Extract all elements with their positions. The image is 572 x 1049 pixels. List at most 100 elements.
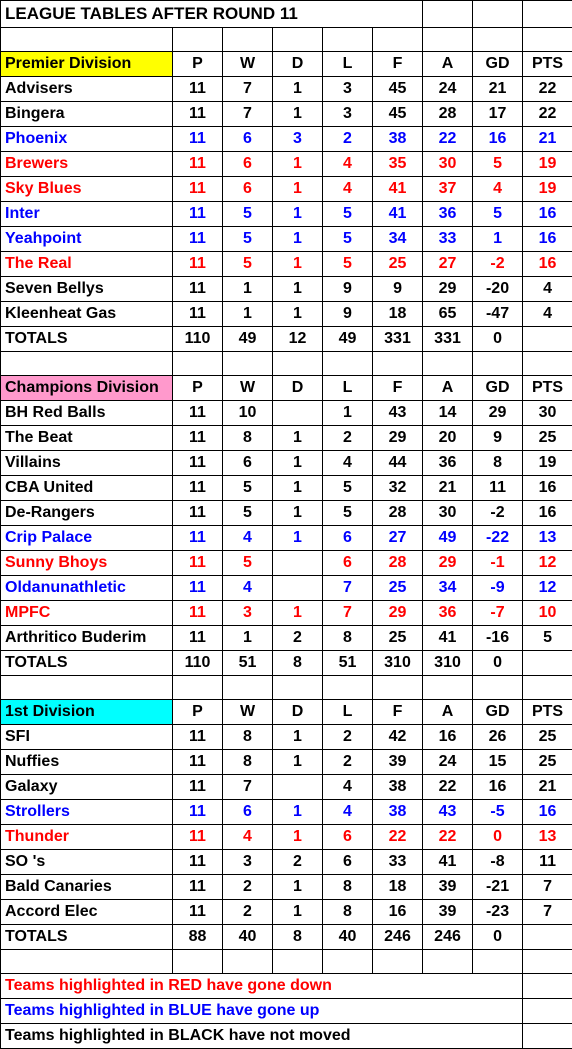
table-row: De-Rangers115152830-216 [1, 501, 572, 526]
table-row: MPFC113172936-710 [1, 601, 572, 626]
table-row: Phoenix1163238221621 [1, 127, 572, 152]
stat-cell: 11 [523, 850, 572, 875]
stat-cell: 19 [523, 152, 572, 177]
stat-cell: 4 [323, 177, 373, 202]
stat-cell: 11 [173, 601, 223, 626]
team-name: Bald Canaries [1, 875, 173, 900]
division-header: Premier Division [1, 52, 173, 77]
stat-cell: 11 [173, 426, 223, 451]
stat-cell: 11 [473, 476, 523, 501]
stat-cell: 11 [173, 102, 223, 127]
stat-cell: 16 [523, 227, 572, 252]
stat-cell: 34 [373, 227, 423, 252]
column-header: D [273, 376, 323, 401]
stat-cell: 11 [173, 725, 223, 750]
stat-cell: 11 [173, 227, 223, 252]
totals-cell: 310 [373, 651, 423, 676]
column-header: GD [473, 700, 523, 725]
totals-cell: 110 [173, 651, 223, 676]
stat-cell: 2 [323, 750, 373, 775]
table-row: Villains116144436819 [1, 451, 572, 476]
stat-cell: 45 [373, 102, 423, 127]
team-name: Strollers [1, 800, 173, 825]
stat-cell: 11 [173, 202, 223, 227]
stat-cell: 1 [273, 875, 323, 900]
stat-cell: 1 [273, 900, 323, 925]
table-row: Thunder114162222013 [1, 825, 572, 850]
stat-cell: 8 [323, 875, 373, 900]
table-row: Arthritico Buderim111282541-165 [1, 626, 572, 651]
table-row: Yeahpoint115153433116 [1, 227, 572, 252]
stat-cell: 39 [423, 900, 473, 925]
stat-cell: 2 [273, 850, 323, 875]
stat-cell: 11 [173, 127, 223, 152]
totals-cell: 88 [173, 925, 223, 950]
stat-cell: 4 [323, 775, 373, 800]
stat-cell: 24 [423, 77, 473, 102]
team-name: Kleenheat Gas [1, 302, 173, 327]
column-header: F [373, 376, 423, 401]
stat-cell: 11 [173, 875, 223, 900]
stat-cell: 34 [423, 576, 473, 601]
team-name: Seven Bellys [1, 277, 173, 302]
stat-cell: 13 [523, 526, 572, 551]
stat-cell: 42 [373, 725, 423, 750]
stat-cell: 11 [173, 576, 223, 601]
stat-cell: 3 [273, 127, 323, 152]
stat-cell: 1 [273, 426, 323, 451]
stat-cell: 10 [523, 601, 572, 626]
stat-cell: 36 [423, 202, 473, 227]
stat-cell: 4 [523, 302, 572, 327]
stat-cell: 6 [323, 825, 373, 850]
stat-cell: 9 [473, 426, 523, 451]
team-name: Bingera [1, 102, 173, 127]
stat-cell: -20 [473, 277, 523, 302]
stat-cell: 19 [523, 451, 572, 476]
stat-cell: 5 [223, 227, 273, 252]
table-row: SO 's113263341-811 [1, 850, 572, 875]
stat-cell: 16 [473, 127, 523, 152]
stat-cell: 41 [373, 202, 423, 227]
stat-cell: 16 [523, 476, 572, 501]
stat-cell: 11 [173, 501, 223, 526]
stat-cell: -22 [473, 526, 523, 551]
stat-cell: 30 [523, 401, 572, 426]
column-header: D [273, 52, 323, 77]
totals-cell: 331 [373, 327, 423, 352]
stat-cell: 5 [223, 501, 273, 526]
stat-cell: 38 [373, 800, 423, 825]
stat-cell: 1 [273, 277, 323, 302]
stat-cell: 1 [273, 725, 323, 750]
stat-cell: 26 [473, 725, 523, 750]
stat-cell [273, 551, 323, 576]
stat-cell: 35 [373, 152, 423, 177]
column-header: F [373, 700, 423, 725]
stat-cell: 38 [373, 127, 423, 152]
stat-cell: 10 [223, 401, 273, 426]
column-header: GD [473, 52, 523, 77]
stat-cell: 25 [373, 252, 423, 277]
legend-text: Teams highlighted in BLUE have gone up [1, 999, 523, 1024]
stat-cell: -16 [473, 626, 523, 651]
totals-cell: 8 [273, 925, 323, 950]
stat-cell: 4 [323, 800, 373, 825]
stat-cell: 33 [423, 227, 473, 252]
team-name: Crip Palace [1, 526, 173, 551]
stat-cell: 22 [423, 825, 473, 850]
table-row: BH Red Balls1110143142930 [1, 401, 572, 426]
stat-cell: 4 [323, 152, 373, 177]
column-header: L [323, 376, 373, 401]
stat-cell: 11 [173, 252, 223, 277]
stat-cell: 7 [223, 102, 273, 127]
stat-cell: 25 [373, 626, 423, 651]
stat-cell: 7 [223, 775, 273, 800]
league-tables: LEAGUE TABLES AFTER ROUND 11Premier Divi… [0, 0, 572, 1049]
stat-cell: 36 [423, 601, 473, 626]
stat-cell: 11 [173, 626, 223, 651]
stat-cell: -5 [473, 800, 523, 825]
stat-cell [273, 576, 323, 601]
stat-cell: 7 [523, 900, 572, 925]
stat-cell: 2 [323, 426, 373, 451]
team-name: Villains [1, 451, 173, 476]
team-name: Inter [1, 202, 173, 227]
